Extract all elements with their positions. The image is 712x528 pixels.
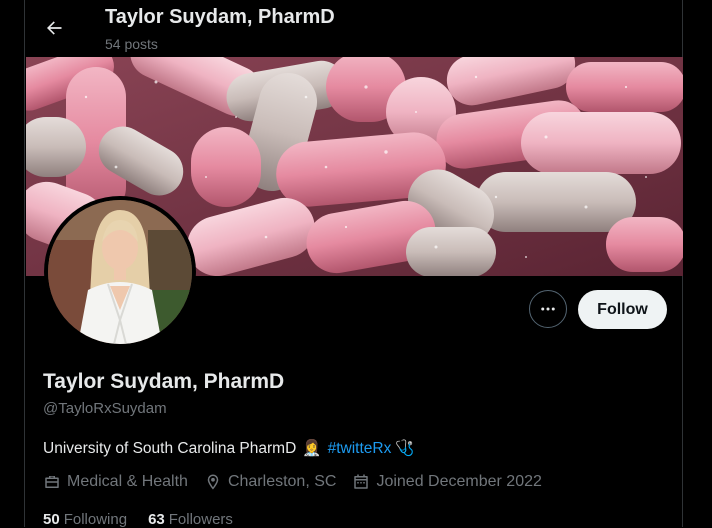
following-link[interactable]: 50 Following bbox=[43, 511, 127, 528]
arrow-left-icon bbox=[47, 21, 62, 35]
post-count: 54 posts bbox=[105, 36, 158, 52]
follow-counts: 50 Following 63 Followers bbox=[43, 511, 254, 528]
joined-text: Joined December 2022 bbox=[376, 473, 542, 490]
following-count: 50 bbox=[43, 511, 60, 528]
followers-count: 63 bbox=[148, 511, 165, 528]
stethoscope-emoji: 🩺 bbox=[395, 440, 415, 457]
calendar-icon bbox=[354, 474, 369, 489]
location-text: Charleston, SC bbox=[227, 473, 337, 490]
profile-bio: University of South Carolina PharmD 👩‍⚕️… bbox=[43, 439, 415, 458]
bio-text: University of South Carolina PharmD bbox=[43, 439, 297, 457]
profile-location: Charleston, SC bbox=[204, 473, 337, 491]
profile-display-name: Taylor Suydam, PharmD bbox=[43, 370, 285, 393]
following-label: Following bbox=[63, 511, 128, 528]
category-text: Medical & Health bbox=[67, 473, 188, 490]
back-button[interactable] bbox=[35, 9, 73, 47]
followers-link[interactable]: 63 Followers bbox=[148, 511, 233, 528]
avatar-image bbox=[48, 200, 192, 344]
follow-button[interactable]: Follow bbox=[578, 290, 667, 329]
briefcase-icon bbox=[45, 476, 59, 488]
health-worker-emoji: 👩‍⚕️ bbox=[302, 440, 322, 457]
profile-meta: Medical & Health Charleston, SC Joined D… bbox=[43, 473, 558, 491]
header-title: Taylor Suydam, PharmD bbox=[105, 6, 335, 28]
more-options-button[interactable] bbox=[529, 290, 567, 328]
profile-avatar[interactable] bbox=[44, 196, 196, 348]
profile-handle: @TayloRxSuydam bbox=[43, 400, 167, 417]
profile-column: Taylor Suydam, PharmD 54 posts Follow Ta… bbox=[24, 0, 683, 528]
profile-header-bar: Taylor Suydam, PharmD 54 posts bbox=[25, 0, 682, 57]
profile-joined: Joined December 2022 bbox=[352, 473, 542, 491]
followers-label: Followers bbox=[168, 511, 233, 528]
profile-category: Medical & Health bbox=[43, 473, 188, 491]
location-pin-icon bbox=[207, 474, 219, 490]
more-horizontal-icon bbox=[541, 307, 555, 311]
bio-hashtag-link[interactable]: #twitteRx bbox=[328, 440, 392, 458]
